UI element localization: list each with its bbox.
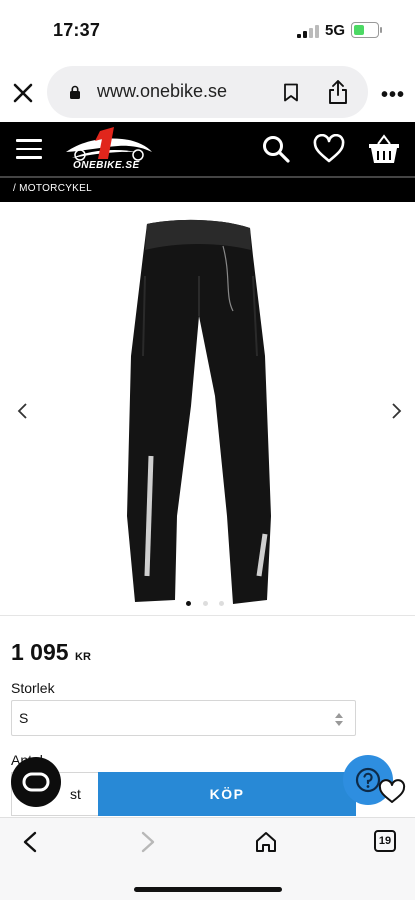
wishlist-heart-icon[interactable] bbox=[378, 779, 406, 805]
bookmark-icon[interactable] bbox=[283, 83, 299, 102]
home-icon[interactable] bbox=[254, 830, 278, 854]
breadcrumb-text[interactable]: / MOTORCYKEL bbox=[13, 183, 92, 194]
menu-icon[interactable] bbox=[16, 139, 42, 159]
url-text: www.onebike.se bbox=[97, 81, 228, 101]
close-icon[interactable] bbox=[10, 80, 36, 106]
site-logo[interactable]: ONEBIKE.SE bbox=[62, 125, 154, 173]
share-icon[interactable] bbox=[327, 79, 349, 105]
product-image[interactable] bbox=[115, 216, 280, 608]
breadcrumb[interactable]: / MOTORCYKEL bbox=[0, 178, 415, 202]
logo-text: ONEBIKE.SE bbox=[73, 160, 140, 171]
network-type: 5G bbox=[325, 22, 346, 39]
search-icon[interactable] bbox=[261, 134, 291, 164]
status-bar: 17:37 5G bbox=[0, 0, 415, 62]
basket-icon[interactable] bbox=[367, 132, 401, 166]
tabs-icon[interactable]: 19 bbox=[374, 830, 396, 852]
gallery-dot[interactable] bbox=[219, 601, 224, 606]
battery-icon bbox=[351, 22, 382, 38]
chevron-right-icon[interactable] bbox=[389, 402, 403, 420]
heart-icon[interactable] bbox=[312, 134, 346, 164]
back-icon[interactable] bbox=[22, 831, 38, 853]
chevron-left-icon[interactable] bbox=[16, 402, 30, 420]
address-bar[interactable]: www.onebike.se bbox=[47, 66, 368, 118]
sort-icon bbox=[335, 713, 343, 726]
browser-url-row: www.onebike.se ••• bbox=[0, 62, 415, 122]
browser-toolbar: 19 bbox=[0, 817, 415, 900]
price-currency: KR bbox=[75, 651, 91, 663]
chat-button[interactable] bbox=[11, 757, 61, 807]
product-gallery[interactable] bbox=[0, 202, 415, 616]
gallery-border bbox=[0, 615, 415, 616]
gallery-dot[interactable] bbox=[186, 601, 191, 606]
signal-icon bbox=[297, 25, 319, 38]
size-select[interactable]: S bbox=[11, 700, 356, 736]
site-header: ONEBIKE.SE bbox=[0, 122, 415, 176]
buy-button[interactable]: KÖP bbox=[98, 772, 356, 816]
more-icon[interactable]: ••• bbox=[381, 84, 405, 107]
chat-icon bbox=[22, 772, 50, 792]
gallery-dot[interactable] bbox=[203, 601, 208, 606]
size-label: Storlek bbox=[11, 680, 55, 696]
lock-icon bbox=[70, 85, 80, 99]
status-time: 17:37 bbox=[53, 20, 101, 40]
size-value: S bbox=[19, 710, 29, 726]
quantity-unit: st bbox=[70, 786, 81, 802]
forward-icon[interactable] bbox=[140, 831, 156, 853]
home-indicator bbox=[134, 887, 282, 892]
product-price: 1 095 bbox=[11, 639, 69, 665]
